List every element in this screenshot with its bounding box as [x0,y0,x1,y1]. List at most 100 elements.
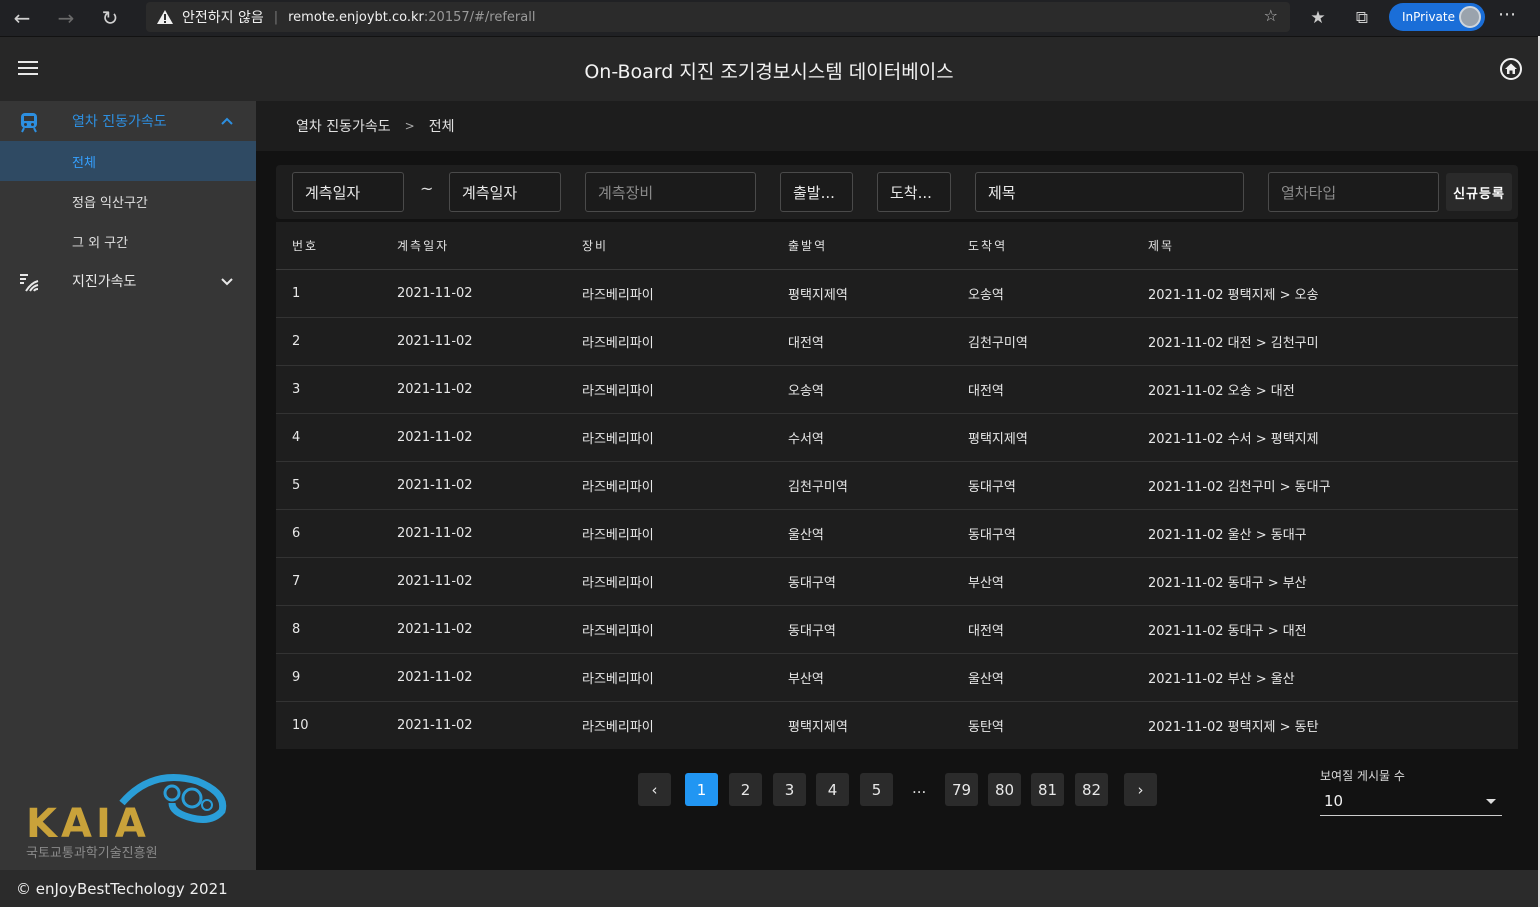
page-button[interactable]: 80 [988,773,1021,806]
table-row[interactable]: 7 2021-11-02 라즈베리파이 동대구역 부산역 2021-11-02 동대구 >… [276,557,1518,606]
cell-arrival: 김천구미역 [968,317,1148,366]
chevron-up-icon [221,117,233,125]
favorites-icon[interactable]: ★ [1306,6,1330,30]
device-input[interactable]: 계측장비 [585,172,756,212]
table-row[interactable]: 8 2021-11-02 라즈베리파이 동대구역 대전역 2021-11-02 동대구 >… [276,605,1518,654]
back-button[interactable]: ← [0,0,44,36]
cell-title: 2021-11-02 김천구미 > 동대구 [1148,461,1518,510]
col-header-title[interactable]: 제목 [1148,222,1518,270]
table-row[interactable]: 5 2021-11-02 라즈베리파이 김천구미역 동대구역 2021-11-02 김천구… [276,461,1518,510]
sidebar-item-jeongeup-iksan[interactable]: 정읍 익산구간 [0,181,256,221]
cell-departure: 김천구미역 [788,461,968,510]
col-header-arrival[interactable]: 도착역 [968,222,1148,270]
table-row[interactable]: 3 2021-11-02 라즈베리파이 오송역 대전역 2021-11-02 오송 > 대… [276,365,1518,414]
more-options-icon[interactable]: ⋯ [1498,4,1517,25]
breadcrumb-level1[interactable]: 열차 진동가속도 [296,116,391,136]
refresh-button[interactable]: ↻ [88,0,132,36]
departure-select[interactable]: 출발... [780,172,853,212]
page-button[interactable]: 1 [685,773,718,806]
cell-title: 2021-11-02 동대구 > 부산 [1148,557,1518,606]
col-header-date[interactable]: 계측일자 [397,222,582,270]
sidebar-item-label: 정읍 익산구간 [72,195,148,211]
cell-number: 9 [276,653,397,702]
page-button[interactable]: 79 [945,773,978,806]
table-row[interactable]: 1 2021-11-02 라즈베리파이 평택지제역 오송역 2021-11-02 평택지제… [276,269,1518,318]
cell-title: 2021-11-02 수서 > 평택지제 [1148,413,1518,462]
warning-icon [157,10,173,24]
sidebar-group-earthquake[interactable]: 지진가속도 [0,261,256,301]
col-header-departure[interactable]: 출발역 [788,222,968,270]
address-bar[interactable]: 안전하지 않음 | remote.enjoybt.co.kr:20157/#/r… [146,2,1290,32]
cell-date: 2021-11-02 [397,557,582,606]
cell-device: 라즈베리파이 [582,719,654,735]
collections-icon[interactable]: ⧉ [1350,6,1374,30]
sidebar: 열차 진동가속도 전체 정읍 익산구간 그 외 구간 지진가속도 KAIA 국토… [0,101,256,870]
cell-title: 2021-11-02 동대구 > 대전 [1148,605,1518,654]
col-header-number[interactable]: 번호 [276,222,397,270]
cell-number: 1 [276,269,397,318]
cell-device: 라즈베리파이 [582,461,788,510]
cell-device: 라즈베리파이 [582,365,788,414]
new-register-button[interactable]: 신규등록 [1446,173,1512,211]
seismic-wave-icon [20,274,39,292]
sidebar-group-label: 지진가속도 [72,274,137,290]
cell-arrival: 동탄역 [968,719,1004,735]
arrival-select[interactable]: 도착... [877,172,951,212]
cell-device: 라즈베리파이 [582,413,788,462]
cell-number: 10 [292,717,309,733]
favorite-add-icon[interactable]: ☆ [1264,6,1278,25]
page-button[interactable]: 2 [729,773,762,806]
cell-arrival: 부산역 [968,557,1148,606]
table-row[interactable]: 4 2021-11-02 라즈베리파이 수서역 평택지제역 2021-11-02 수서 >… [276,413,1518,462]
page-button[interactable]: 5 [860,773,893,806]
cell-device: 라즈베리파이 [582,269,788,318]
date-range-tilde: ~ [420,179,434,198]
cell-date: 2021-11-02 [397,653,582,702]
train-type-input[interactable]: 열차타입 [1268,172,1439,212]
page-title: On-Board 지진 조기경보시스템 데이터베이스 [584,61,954,83]
sidebar-group-label: 열차 진동가속도 [72,114,167,130]
date-to-field[interactable]: 계측일자 [449,172,561,212]
rows-per-page-select[interactable]: 10 [1320,792,1502,816]
breadcrumb: 열차 진동가속도 > 전체 [256,101,1538,151]
page-ellipsis: ... [912,779,927,797]
home-icon[interactable] [1499,57,1523,81]
app-header: On-Board 지진 조기경보시스템 데이터베이스 [0,37,1538,101]
next-page-button[interactable]: › [1124,773,1157,806]
cell-departure: 수서역 [788,413,968,462]
page-button[interactable]: 4 [816,773,849,806]
page-button[interactable]: 3 [773,773,806,806]
cell-title: 2021-11-02 오송 > 대전 [1148,365,1518,414]
prev-page-button[interactable]: ‹ [638,773,671,806]
forward-button[interactable]: → [44,0,88,36]
sidebar-item-other-sections[interactable]: 그 외 구간 [0,221,256,261]
cell-departure: 부산역 [788,653,968,702]
sidebar-group-train-vibration[interactable]: 열차 진동가속도 [0,101,256,141]
table-row[interactable]: 10 2021-11-02 라즈베리파이 평택지제역 동탄역 2021-11-02 평택지… [276,701,1518,749]
page-button[interactable]: 82 [1075,773,1108,806]
table-row[interactable]: 9 2021-11-02 라즈베리파이 부산역 울산역 2021-11-02 부산 > 울… [276,653,1518,702]
cell-arrival: 대전역 [968,365,1148,414]
inprivate-badge[interactable]: InPrivate [1389,3,1485,31]
copyright-text: © enJoyBestTechology 2021 [16,879,228,898]
table-row[interactable]: 6 2021-11-02 라즈베리파이 울산역 동대구역 2021-11-02 울산 > … [276,509,1518,558]
sidebar-item-all[interactable]: 전체 [0,141,256,181]
date-from-field[interactable]: 계측일자 [292,172,404,212]
address-separator: | [273,9,279,25]
cell-departure: 동대구역 [788,557,968,606]
cell-device: 라즈베리파이 [582,653,788,702]
table-row[interactable]: 2 2021-11-02 라즈베리파이 대전역 김천구미역 2021-11-02 대전 >… [276,317,1518,366]
page-button[interactable]: 81 [1031,773,1064,806]
svg-text:국토교통과학기술진흥원: 국토교통과학기술진흥원 [26,846,158,861]
cell-date: 2021-11-02 [397,605,582,654]
cell-number: 4 [276,413,397,462]
cell-number: 7 [276,557,397,606]
url-host: remote.enjoybt.co.kr [288,9,424,25]
sidebar-item-label: 그 외 구간 [72,235,129,251]
cell-departure: 동대구역 [788,605,968,654]
cell-arrival: 오송역 [968,269,1148,318]
col-header-device[interactable]: 장비 [582,222,788,270]
title-input[interactable]: 제목 [975,172,1244,212]
cell-date: 2021-11-02 [397,317,582,366]
rows-per-page-label: 보여질 게시물 수 [1320,769,1405,783]
